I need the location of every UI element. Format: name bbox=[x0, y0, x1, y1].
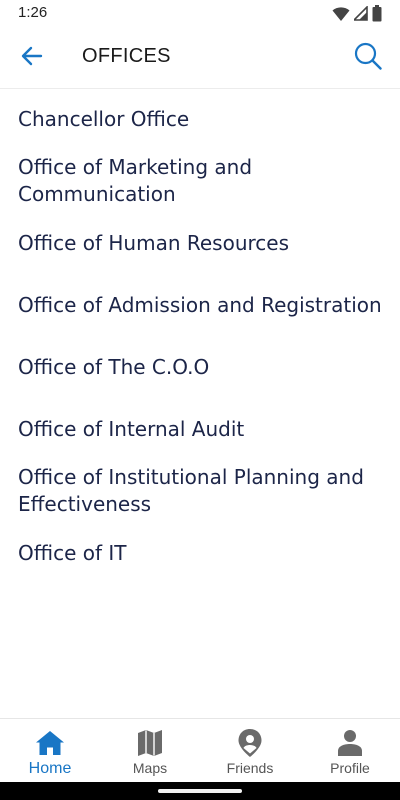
location-pin-icon bbox=[237, 728, 263, 758]
nav-maps-label: Maps bbox=[132, 760, 168, 776]
office-item-coo[interactable]: Office of The C.O.O bbox=[18, 354, 383, 381]
office-item-marketing[interactable]: Office of Marketing and Communication bbox=[18, 154, 383, 208]
office-item-human-resources[interactable]: Office of Human Resources bbox=[18, 230, 383, 257]
nav-friends-label: Friends bbox=[226, 760, 274, 776]
nav-home-label: Home bbox=[28, 760, 72, 777]
search-button[interactable] bbox=[350, 40, 386, 76]
system-nav-bar bbox=[0, 782, 400, 800]
office-item-admission[interactable]: Office of Admission and Registration bbox=[18, 292, 383, 319]
map-icon bbox=[137, 728, 163, 758]
offices-screen: 1:26 OFFICES Chancellor Office Office of… bbox=[0, 0, 400, 800]
page-title: OFFICES bbox=[82, 45, 171, 67]
nav-profile-label: Profile bbox=[330, 760, 370, 776]
battery-icon bbox=[372, 5, 382, 26]
status-time: 1:26 bbox=[18, 4, 48, 21]
person-icon bbox=[337, 728, 363, 758]
nav-home[interactable]: Home bbox=[0, 719, 100, 783]
status-bar: 1:26 bbox=[0, 0, 400, 28]
status-icons bbox=[332, 5, 382, 26]
app-bar: OFFICES bbox=[0, 28, 400, 89]
cell-signal-icon bbox=[352, 5, 368, 25]
bottom-nav: Home Maps Friends Profile bbox=[0, 718, 400, 783]
search-icon bbox=[353, 41, 383, 75]
nav-profile[interactable]: Profile bbox=[300, 719, 400, 783]
office-item-internal-audit[interactable]: Office of Internal Audit bbox=[18, 416, 383, 443]
office-item-it[interactable]: Office of IT bbox=[18, 540, 383, 567]
office-item-institutional-planning[interactable]: Office of Institutional Planning and Eff… bbox=[18, 464, 383, 518]
home-icon bbox=[35, 728, 65, 758]
back-button[interactable] bbox=[14, 42, 50, 74]
home-indicator[interactable] bbox=[158, 789, 242, 793]
arrow-left-icon bbox=[21, 46, 43, 70]
nav-maps[interactable]: Maps bbox=[100, 719, 200, 783]
nav-friends[interactable]: Friends bbox=[200, 719, 300, 783]
wifi-icon bbox=[332, 6, 350, 26]
office-item-chancellor[interactable]: Chancellor Office bbox=[18, 106, 383, 133]
